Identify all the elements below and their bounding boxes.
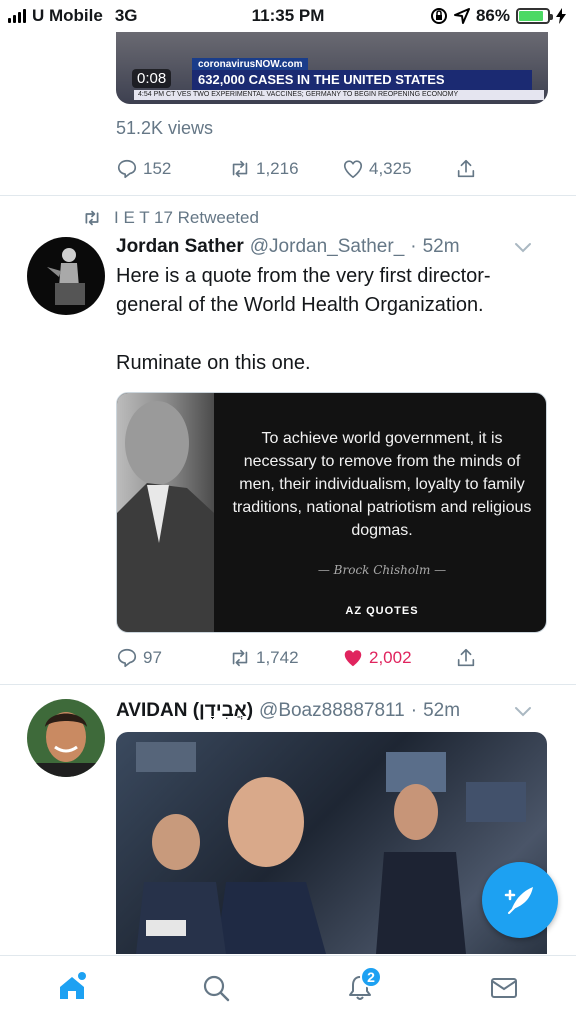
video-thumbnail[interactable]: coronavirusNOW.com 632,000 CASES IN THE … — [116, 32, 548, 104]
retweet-icon — [232, 649, 248, 667]
compose-tweet-button[interactable] — [482, 862, 558, 938]
share-button[interactable] — [455, 158, 477, 180]
battery-percent: 86% — [475, 6, 510, 25]
share-button[interactable] — [455, 647, 477, 669]
status-bar: U Mobile 3G 11:35 PM 86% — [0, 0, 576, 32]
trading-floor-image — [136, 742, 526, 954]
signal-icon — [8, 9, 26, 23]
portrait-photo — [117, 393, 214, 632]
search-icon — [203, 975, 230, 1002]
tweet-body: Here is a quote from the very first dire… — [116, 262, 556, 378]
bottom-tab-bar: 2 — [0, 955, 576, 1024]
avatar[interactable] — [27, 237, 105, 315]
battery-icon — [516, 8, 553, 24]
retweet-context[interactable]: I E T 17 Retweeted — [82, 208, 259, 228]
retweet-count: 1,216 — [256, 159, 299, 178]
avatar[interactable] — [27, 699, 105, 777]
notification-badge: 2 — [360, 966, 382, 988]
tweet-header: AVIDAN (אֲבִידָן) @Boaz88887811 · 52m — [116, 700, 556, 722]
retweeted-by-label: I E T 17 Retweeted — [114, 208, 259, 227]
tweet-actions: 97 1,742 2,002 — [116, 644, 546, 672]
tweet-header: Jordan Sather @Jordan_Sather_ · 52m — [116, 236, 556, 258]
share-icon — [457, 159, 475, 178]
quote-image[interactable]: To achieve world government, it is neces… — [116, 392, 547, 633]
quote-text: To achieve world government, it is neces… — [232, 430, 532, 539]
share-icon — [457, 648, 475, 667]
view-count: 51.2K views — [116, 118, 214, 138]
retweet-count: 1,742 — [256, 648, 299, 667]
timestamp: 52m — [423, 700, 461, 721]
news-banner: 632,000 CASES IN THE UNITED STATES — [192, 70, 532, 90]
brand-logo: AZ QUOTES — [345, 605, 419, 617]
tweet-actions: 152 1,216 4,325 — [116, 155, 546, 183]
tab-home[interactable] — [42, 966, 102, 1010]
retweet-icon — [232, 160, 248, 178]
retweet-button[interactable]: 1,216 — [229, 158, 342, 180]
status-right: 86% — [430, 6, 566, 26]
like-button[interactable]: 4,325 — [342, 158, 455, 180]
like-count: 4,325 — [369, 159, 412, 178]
tweet-photo[interactable] — [116, 732, 547, 954]
tweet-text-paragraph: Ruminate on this one. — [116, 352, 311, 374]
heart-filled-icon — [344, 650, 362, 667]
portrait-figure — [117, 401, 214, 632]
display-name[interactable]: Jordan Sather — [116, 236, 244, 258]
timestamp: 52m — [422, 236, 460, 257]
new-content-dot — [78, 972, 86, 980]
tweet-text-paragraph: Here is a quote from the very first dire… — [116, 265, 491, 316]
user-handle[interactable]: @Jordan_Sather_ — [250, 236, 405, 258]
divider — [0, 195, 576, 196]
avatar-image — [27, 237, 105, 315]
reply-count: 97 — [143, 648, 162, 667]
separator-dot: · — [410, 236, 417, 257]
display-name[interactable]: AVIDAN (אֲבִידָן) — [116, 700, 253, 722]
quote-author: — Brock Chisholm — — [317, 563, 447, 577]
location-icon — [453, 8, 470, 24]
charging-icon — [556, 8, 566, 24]
news-crawl: 4:54 PM CT VES TWO EXPERIMENTAL VACCINES… — [134, 90, 544, 100]
carrier-name: U Mobile — [32, 6, 103, 25]
divider — [0, 684, 576, 685]
like-button[interactable]: 2,002 — [342, 647, 455, 669]
lock-rotation-icon — [430, 8, 447, 24]
reply-button[interactable]: 97 — [116, 647, 229, 669]
compose-feather-icon — [504, 887, 533, 914]
reply-icon — [117, 648, 137, 668]
video-duration: 0:08 — [132, 69, 172, 88]
like-count: 2,002 — [369, 648, 412, 667]
chevron-down-icon[interactable] — [514, 706, 532, 718]
tab-search[interactable] — [186, 966, 246, 1010]
network-type: 3G — [114, 6, 138, 25]
tab-messages[interactable] — [474, 966, 534, 1010]
separator-dot: · — [410, 700, 418, 721]
reply-button[interactable]: 152 — [116, 158, 229, 180]
status-left: U Mobile 3G — [8, 6, 138, 26]
retweet-icon — [85, 210, 99, 226]
retweet-button[interactable]: 1,742 — [229, 647, 342, 669]
mail-icon — [491, 978, 517, 998]
chevron-down-icon[interactable] — [514, 242, 532, 254]
user-handle[interactable]: @Boaz88887811 — [259, 700, 405, 722]
reply-icon — [117, 159, 137, 179]
reply-count: 152 — [143, 159, 172, 178]
heart-icon — [343, 160, 363, 179]
tab-notifications[interactable]: 2 — [330, 966, 390, 1010]
avatar-image — [27, 699, 105, 777]
